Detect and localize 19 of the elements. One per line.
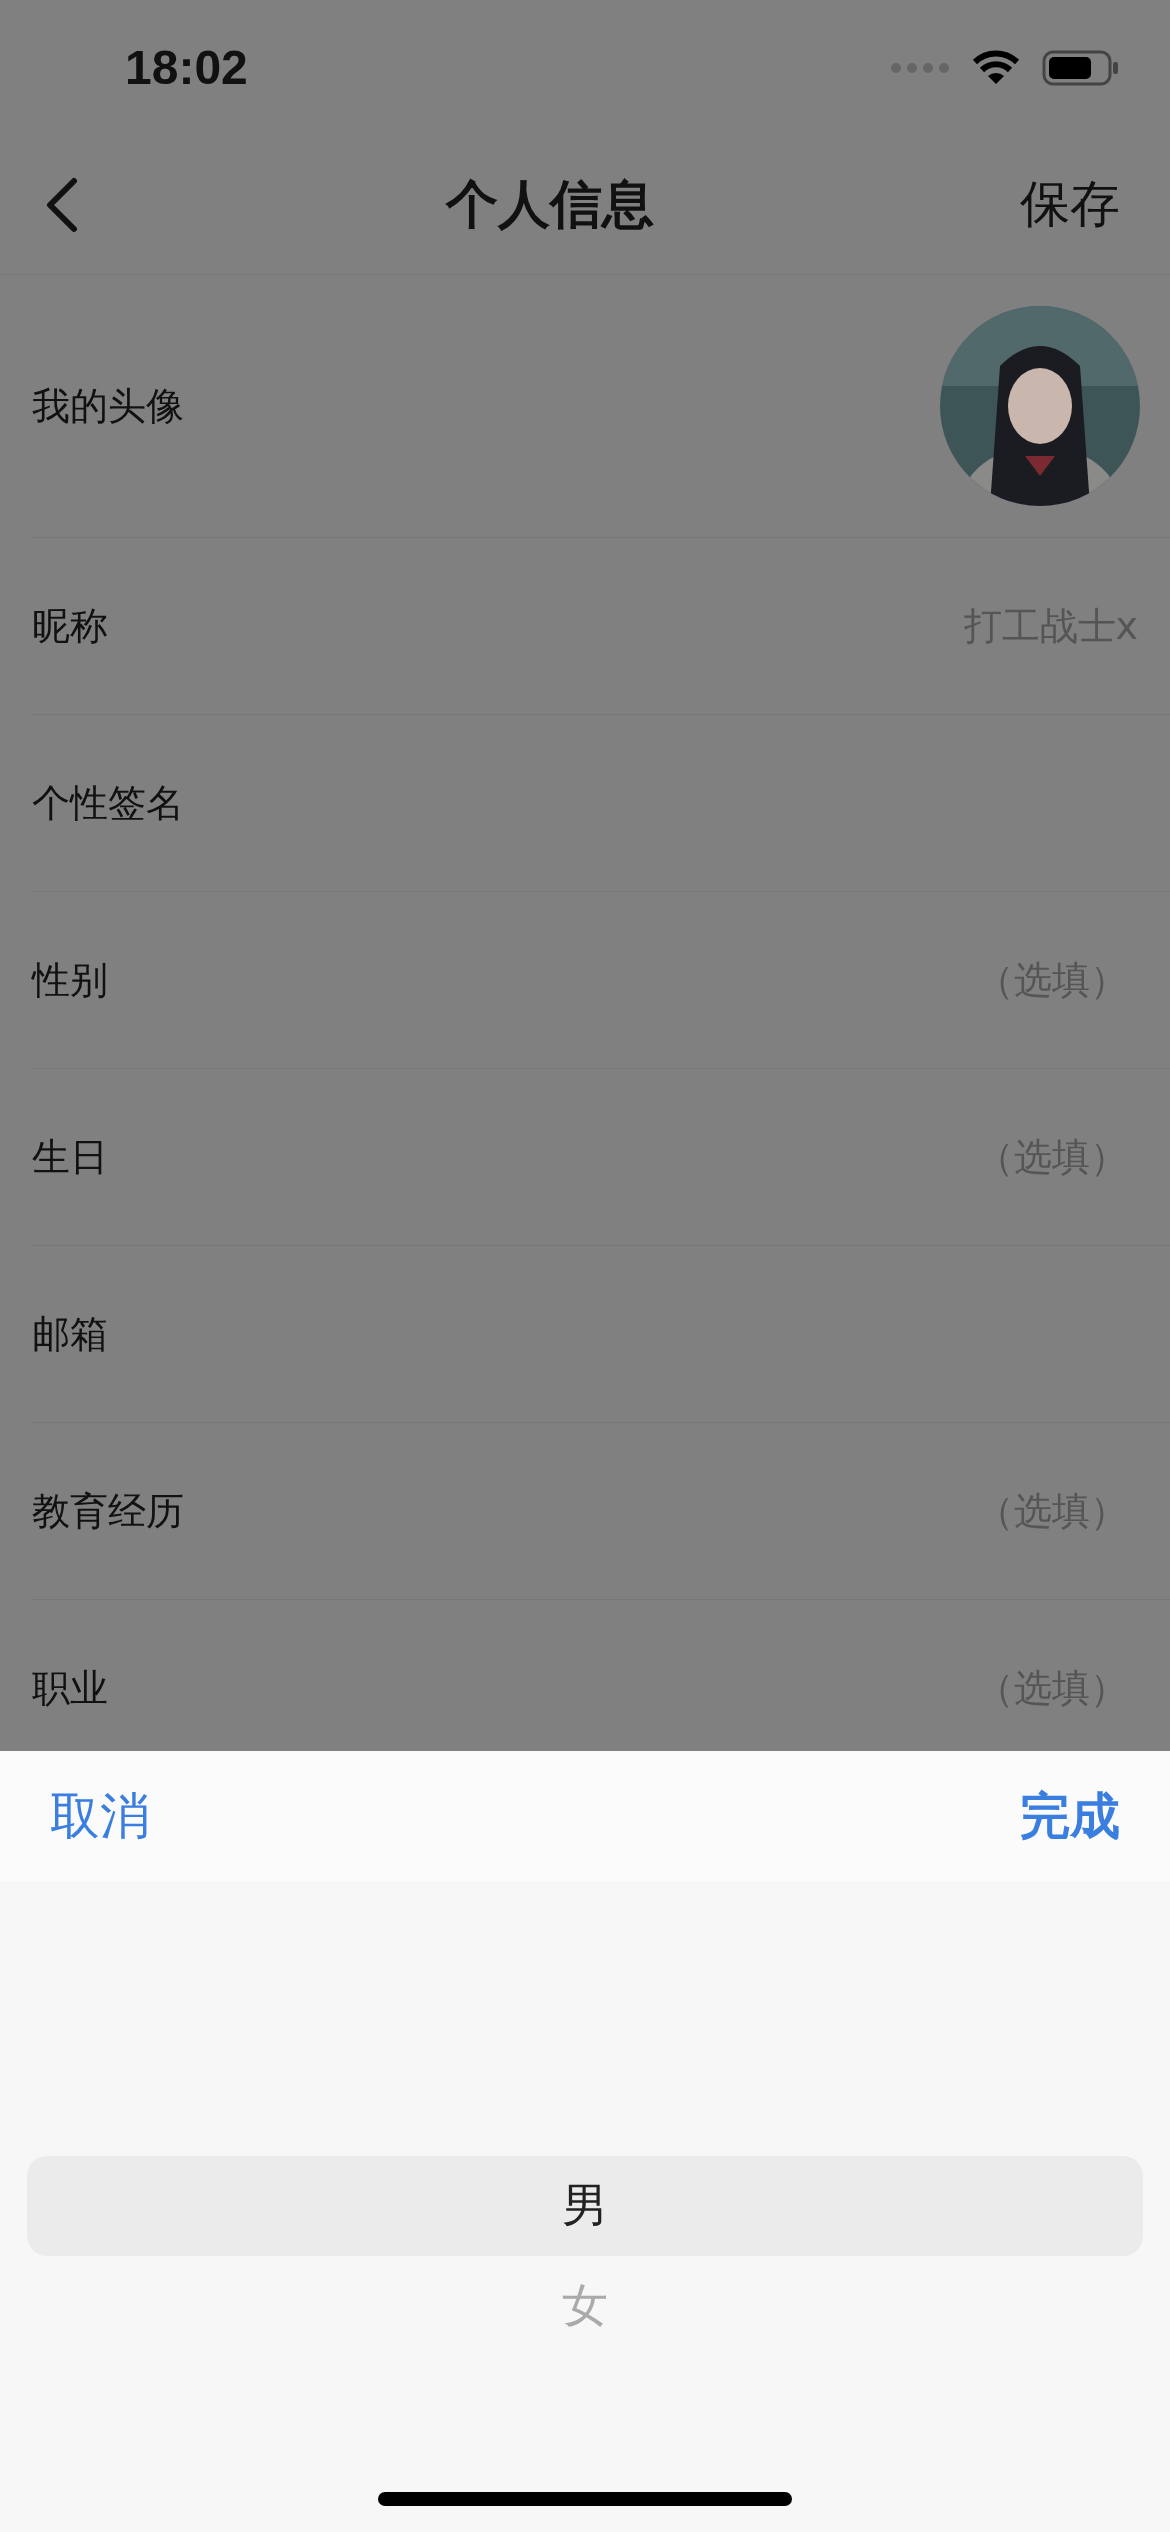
done-button[interactable]: 完成 <box>1020 1782 1120 1850</box>
row-label: 昵称 <box>32 602 108 650</box>
cancel-button[interactable]: 取消 <box>50 1782 150 1850</box>
row-label: 性别 <box>32 956 108 1004</box>
row-label: 教育经历 <box>32 1487 184 1535</box>
save-button[interactable]: 保存 <box>1020 171 1120 238</box>
picker-option[interactable]: 男 <box>27 2156 1143 2256</box>
battery-icon <box>1042 49 1120 86</box>
row-label: 我的头像 <box>32 382 184 430</box>
picker-option[interactable]: 女 <box>27 2256 1143 2356</box>
row-label: 邮箱 <box>32 1310 108 1358</box>
signal-icon <box>890 61 950 74</box>
row-label: 职业 <box>32 1664 108 1712</box>
wifi-icon <box>972 49 1020 86</box>
row-label: 个性签名 <box>32 779 184 827</box>
back-icon[interactable] <box>44 176 80 233</box>
status-time: 18:02 <box>125 40 248 95</box>
page-title: 个人信息 <box>446 172 654 236</box>
row-label: 生日 <box>32 1133 108 1181</box>
